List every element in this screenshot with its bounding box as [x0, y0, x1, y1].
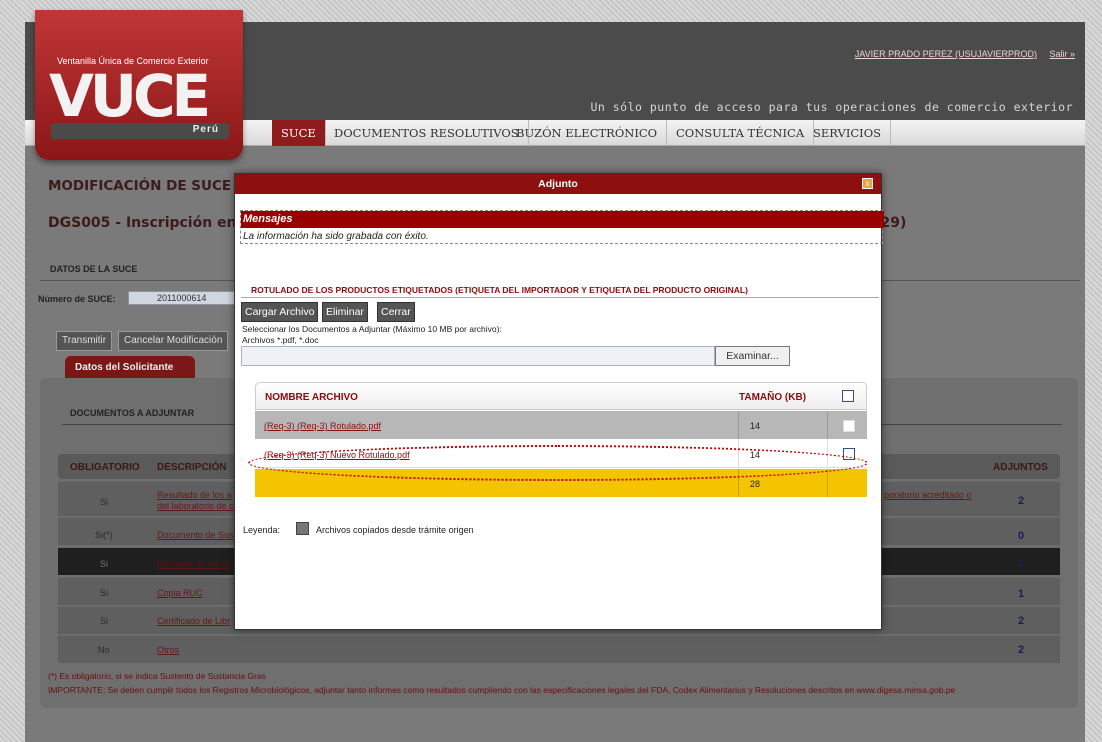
cell-adjuntos[interactable]: 2: [1018, 495, 1024, 507]
eliminar-button[interactable]: Eliminar: [322, 302, 368, 322]
section-datos-suce: DATOS DE LA SUCE: [50, 264, 138, 274]
transmitir-button[interactable]: Transmitir: [56, 331, 113, 351]
nav-item-servicios[interactable]: SERVICIOS: [804, 120, 892, 146]
tab-datos-solicitante[interactable]: Datos del Solicitante: [65, 356, 195, 380]
cell-descripcion[interactable]: Resultado de los a: [157, 490, 232, 500]
cargar-archivo-button[interactable]: Cargar Archivo: [241, 302, 319, 322]
cell-adjuntos[interactable]: 1: [1018, 588, 1024, 600]
footnote-importante: IMPORTANTE: Se deben cumplir todos los R…: [48, 685, 956, 695]
vuce-logo[interactable]: Ventanilla Única de Comercio Exterior VU…: [35, 10, 243, 160]
col-obligatorio: OBLIGATORIO: [70, 462, 140, 473]
nav-item-documentos-resolutivos[interactable]: DOCUMENTOS RESOLUTIVOS: [325, 120, 529, 146]
cell-adjuntos[interactable]: 2: [1018, 644, 1024, 656]
cell-obligatorio: No: [98, 645, 110, 655]
leyenda-label: Leyenda:: [243, 525, 281, 535]
cell-adjuntos[interactable]: 1: [1018, 558, 1024, 570]
page-title: MODIFICACIÓN DE SUCE: [48, 178, 232, 194]
table-row: [58, 635, 1060, 663]
leyenda-text: Archivos copiados desde trámite origen: [316, 525, 474, 535]
cell-descripcion[interactable]: Otros: [157, 645, 179, 655]
col-adjuntos: ADJUNTOS: [993, 462, 1048, 473]
file-path-input[interactable]: [241, 346, 715, 366]
logo-word: VUCE: [49, 62, 211, 130]
cancelar-modificacion-button[interactable]: Cancelar Modificación: [118, 331, 229, 351]
highlight-ellipse: [248, 445, 868, 481]
messages-header: Mensajes: [241, 211, 884, 228]
close-icon[interactable]: x: [862, 178, 873, 189]
total-size: 28: [750, 479, 761, 489]
cell-descripcion[interactable]: Rotulado de los pr: [157, 559, 230, 569]
docs-title: DOCUMENTOS A ADJUNTAR: [70, 408, 195, 418]
nav-item-suce[interactable]: SUCE: [272, 120, 326, 146]
cell-descripcion[interactable]: Documento de Sus: [157, 530, 234, 540]
cell-adjuntos[interactable]: 2: [1018, 615, 1024, 627]
logo-country: Perú: [192, 124, 219, 135]
col-descripcion: DESCRIPCIÓN: [157, 462, 227, 473]
num-suce-label: Número de SUCE:: [38, 294, 116, 304]
logo-bar: Perú: [51, 123, 229, 139]
cell-obligatorio: Si: [100, 616, 109, 626]
cell-obligatorio: Si: [100, 559, 109, 569]
column-divider: [827, 411, 828, 439]
cell-obligatorio: Si: [100, 497, 109, 507]
cell-obligatorio: Si(*): [95, 530, 113, 540]
cell-descripcion[interactable]: Certificado de Libr: [157, 616, 230, 626]
user-links: JAVIER PRADO PEREZ (USUJAVIERPROD) Salir…: [845, 49, 1075, 59]
num-suce-field: 2011000614: [128, 291, 236, 305]
examinar-button[interactable]: Examinar...: [715, 346, 790, 366]
tagline: Un sólo punto de acceso para tus operaci…: [590, 100, 1073, 114]
file-size: 14: [750, 421, 761, 431]
column-divider: [827, 469, 828, 497]
logout-link[interactable]: Salir »: [1049, 49, 1075, 59]
user-name-link[interactable]: JAVIER PRADO PEREZ (USUJAVIERPROD): [855, 49, 1037, 59]
cerrar-button[interactable]: Cerrar: [377, 302, 415, 322]
file-row: (Req-3) (Req-3) Rotulado.pdf 14: [255, 411, 867, 439]
col-tamano: TAMAÑO (KB): [739, 392, 807, 403]
files-table-header: NOMBRE ARCHIVO TAMAÑO (KB): [255, 382, 867, 410]
cell-adjuntos[interactable]: 0: [1018, 530, 1024, 542]
file-checkbox[interactable]: [843, 420, 855, 432]
file-link[interactable]: (Req-3) (Req-3) Rotulado.pdf: [264, 421, 381, 431]
cell-obligatorio: Si: [100, 588, 109, 598]
allowed-extensions: Archivos *.pdf, *.doc: [242, 335, 319, 345]
cell-descripcion[interactable]: Copia RUC: [157, 588, 203, 598]
leyenda-swatch: [296, 522, 309, 535]
page-subtitle: DGS005 - Inscripción en: [48, 215, 237, 231]
success-message: La información ha sido grabada con éxito…: [243, 231, 429, 242]
nav-item-buzon-electronico[interactable]: BUZÓN ELECTRÓNICO: [507, 120, 668, 146]
nav-item-consulta-tecnica[interactable]: CONSULTA TÉCNICA: [667, 120, 815, 146]
footnote-obligatorio: (*) Es obligatorio, si se indica Sustent…: [48, 671, 266, 681]
column-divider: [738, 411, 739, 439]
select-all-checkbox[interactable]: [842, 390, 854, 402]
messages-box: Mensajes La información ha sido grabada …: [240, 210, 884, 244]
dialog-title: Adjunto: [235, 174, 881, 194]
divider: [241, 297, 879, 298]
col-nombre-archivo: NOMBRE ARCHIVO: [265, 392, 358, 403]
select-instructions: Seleccionar los Documentos a Adjuntar (M…: [242, 324, 502, 334]
cell-descripcion-line2[interactable]: del laboratorio de c: [157, 501, 234, 511]
section-title: ROTULADO DE LOS PRODUCTOS ETIQUETADOS (E…: [251, 285, 748, 295]
cell-descripcion-extra[interactable]: poratorio acreditado o: [884, 490, 972, 500]
adjunto-dialog: Adjunto x Mensajes La información ha sid…: [234, 173, 884, 630]
